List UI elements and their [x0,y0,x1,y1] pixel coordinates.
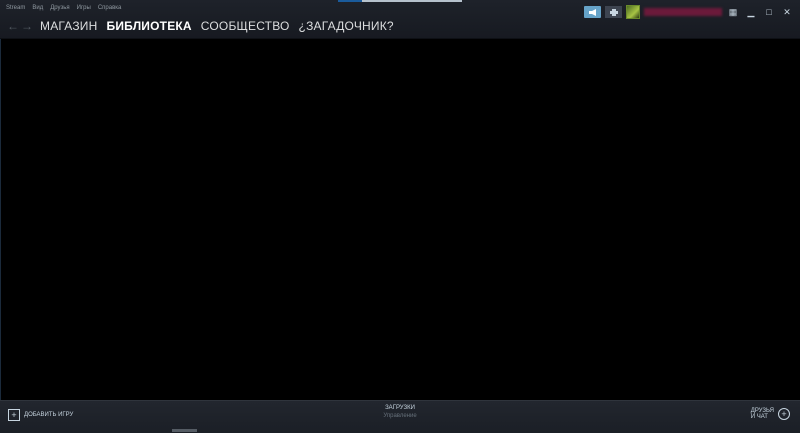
menu-item-friends[interactable]: Друзья [50,5,69,11]
left-edge-strip [0,39,1,400]
menu-item-view[interactable]: Вид [32,5,43,11]
screenshot-icon[interactable]: ▦ [726,6,740,18]
downloads-title: ЗАГРУЗКИ [385,405,415,411]
menu-bar: Stream Вид Друзья Игры Справка [6,5,121,11]
downloads-status[interactable]: ЗАГРУЗКИ Управление [0,405,800,419]
window-tools: ▦ ▁ □ ✕ [584,5,794,19]
downloads-subtitle: Управление [383,413,417,419]
menu-item-help[interactable]: Справка [98,5,122,11]
minimize-icon[interactable]: ▁ [744,6,758,18]
tab-indicator-light [362,0,462,2]
printer-icon [609,8,618,16]
main-navigation: ← → МАГАЗИН БИБЛИОТЕКА СООБЩЕСТВО ¿ЗАГАД… [6,18,394,34]
nav-library[interactable]: БИБЛИОТЕКА [107,19,192,33]
megaphone-icon [588,8,596,16]
menu-item-games[interactable]: Игры [77,5,91,11]
friends-chat-button[interactable]: ДРУЗЬЯ И ЧАТ + [751,408,790,420]
arrow-right-icon[interactable]: → [20,18,34,34]
main-content-area [0,39,800,400]
friends-label-line2: И ЧАТ [750,414,768,420]
avatar[interactable] [626,5,640,19]
print-button[interactable] [605,6,622,18]
nav-store[interactable]: МАГАЗИН [40,19,98,33]
arrow-left-icon[interactable]: ← [6,18,20,34]
nav-community[interactable]: СООБЩЕСТВО [201,19,290,33]
add-friend-icon: + [778,408,790,420]
close-icon[interactable]: ✕ [780,6,794,18]
bottom-bar: + ДОБАВИТЬ ИГРУ ЗАГРУЗКИ Управление ДРУЗ… [0,400,800,433]
nav-profile[interactable]: ¿ЗАГАДОЧНИК? [299,19,394,33]
tab-indicator [338,0,362,2]
username-blurred[interactable] [644,8,722,16]
menu-item-stream[interactable]: Stream [6,5,25,11]
maximize-icon[interactable]: □ [762,6,776,18]
notifications-button[interactable] [584,6,601,18]
title-nav-bar: Stream Вид Друзья Игры Справка ← → МАГАЗ… [0,0,800,39]
